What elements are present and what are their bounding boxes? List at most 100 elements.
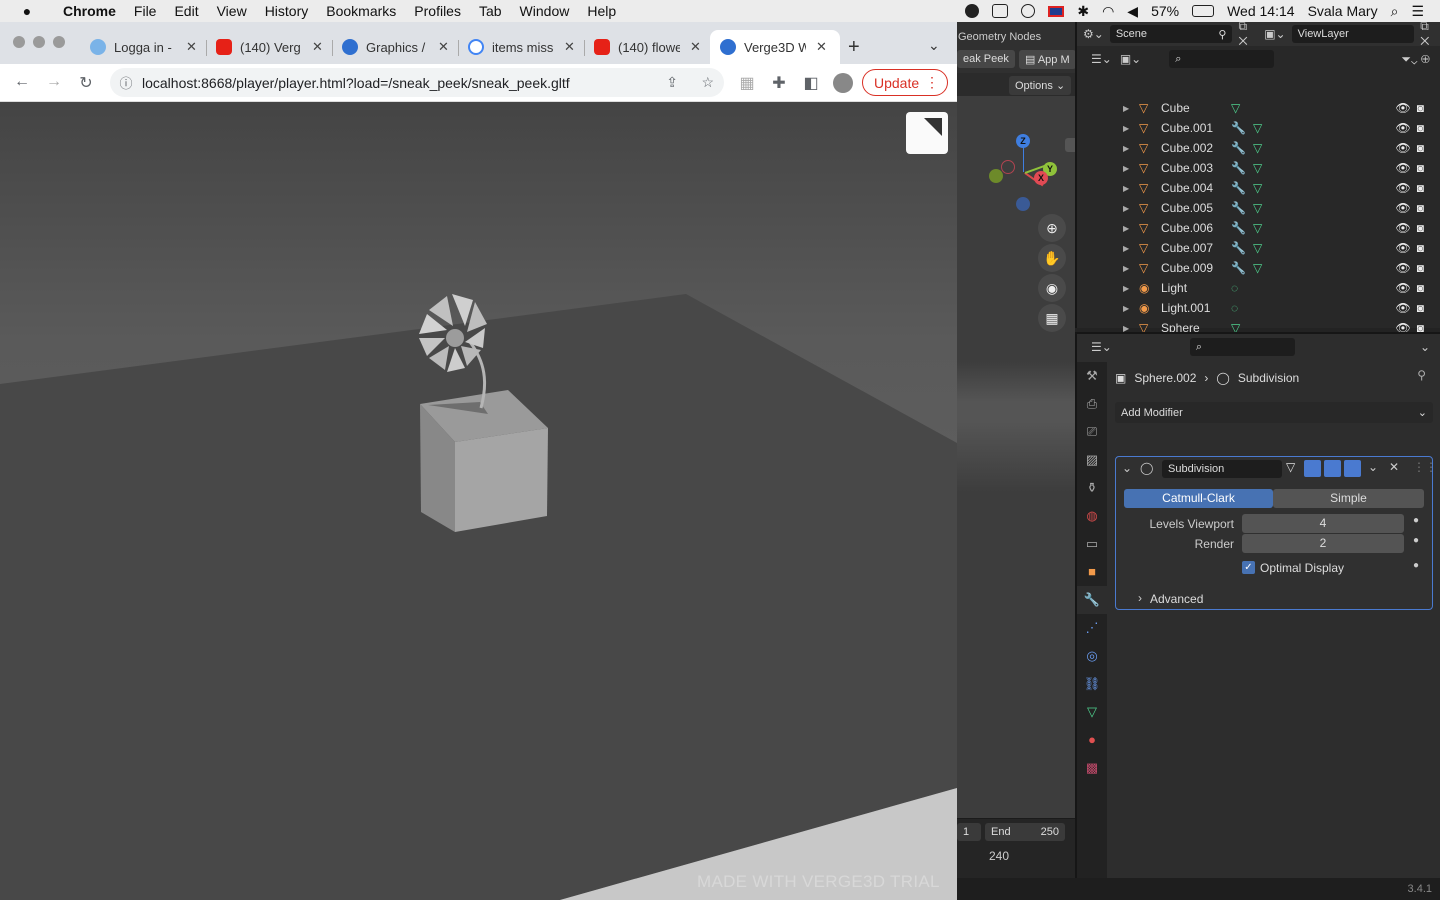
render-camera-icon[interactable]: ◙ [1417,201,1430,215]
options-dropdown[interactable]: Options ⌄ [1009,76,1072,95]
back-arrow-icon[interactable]: ← [12,73,32,91]
more-menu-icon[interactable]: ⋮ [925,74,939,91]
world-tab-icon[interactable]: ◍ [1077,502,1107,530]
modifier-menu-icon[interactable]: ⌄ [1368,460,1378,474]
browser-tab[interactable]: Verge3D W ✕ [710,30,840,64]
edit-mode-toggle-icon[interactable] [1304,460,1321,477]
extension-icon[interactable]: ▦ [737,73,757,93]
physics-tab-icon[interactable]: ◎ [1077,642,1107,670]
mesh-data-icon[interactable]: ▽ [1253,261,1273,275]
close-tab-icon[interactable]: ✕ [690,39,701,55]
breadcrumb-object[interactable]: Sphere.002 [1134,371,1196,385]
eye-icon[interactable]: 👁 [1396,101,1417,115]
view-layer-tab-icon[interactable]: ▨ [1077,446,1107,474]
eye-icon[interactable]: 👁 [1396,301,1417,315]
fullscreen-button[interactable] [906,112,948,154]
keyframe-dot-icon[interactable]: ● [1413,560,1419,571]
browser-tab[interactable]: Graphics / ✕ [332,30,458,64]
expand-arrow-icon[interactable]: ▶ [1123,284,1133,293]
menu-help[interactable]: Help [578,3,625,19]
scene-selector-icon[interactable]: ⚙⌄ [1083,27,1104,41]
expand-arrow-icon[interactable]: ▶ [1123,184,1133,193]
keyframe-dot-icon[interactable]: ● [1413,535,1419,546]
close-tab-icon[interactable]: ✕ [186,39,197,55]
expand-arrow-icon[interactable]: ▶ [1123,304,1133,313]
bookmark-star-icon[interactable]: ☆ [701,74,714,91]
edit-cage-icon[interactable]: ▽ [1286,460,1295,474]
mesh-data-tab-icon[interactable]: ▽ [1077,698,1107,726]
drag-handle-icon[interactable]: ⋮⋮ [1413,460,1437,474]
modifier-icon[interactable]: 🔧 [1231,261,1253,275]
viewlayer-selector[interactable]: ViewLayer [1291,25,1415,43]
outliner-row[interactable]: ▶ ▽ Cube.005 🔧 ▽ 👁◙ [1077,198,1440,218]
render-camera-icon[interactable]: ◙ [1417,141,1430,155]
clock[interactable]: Wed 14:14 [1227,3,1294,19]
modifier-icon[interactable]: 🔧 [1231,141,1253,155]
light-data-icon[interactable]: ◌ [1231,281,1251,295]
props-options-icon[interactable]: ⌄ [1420,340,1430,354]
display-mode-icon[interactable]: ▣⌄ [1120,52,1141,66]
close-tab-icon[interactable]: ✕ [564,39,575,55]
browser-tab[interactable]: items miss ✕ [458,30,584,64]
menu-chrome[interactable]: Chrome [54,3,125,19]
viewport-display-toggle-icon[interactable] [1324,460,1341,477]
blender-3d-viewport[interactable]: Geometry Nodes eak Peek ▤ App M Options … [957,22,1076,818]
gizmo-neg-x-axis[interactable] [1001,160,1015,174]
tab-search-chevron-icon[interactable]: ⌄ [928,37,940,54]
props-editor-type-icon[interactable]: ☰⌄ [1091,340,1112,354]
eye-icon[interactable]: 👁 [1396,141,1417,155]
workspace-tab-app[interactable]: ▤ App M [1019,50,1076,69]
render-camera-icon[interactable]: ◙ [1417,161,1430,175]
close-tab-icon[interactable]: ✕ [816,39,827,55]
collapse-chevron-icon[interactable]: ⌄ [1122,461,1132,475]
gizmo-z-axis[interactable]: Z [1016,134,1030,148]
object-tab-icon[interactable]: ■ [1077,558,1107,586]
render-camera-icon[interactable]: ◙ [1417,241,1430,255]
render-camera-icon[interactable]: ◙ [1417,181,1430,195]
expand-arrow-icon[interactable]: ▶ [1123,224,1133,233]
browser-tab[interactable]: (140) flowe ✕ [584,30,710,64]
time-machine-icon[interactable] [1021,4,1036,18]
app-status-icon[interactable] [965,4,980,18]
pan-hand-icon[interactable]: ✋ [1038,244,1066,272]
render-camera-icon[interactable]: ◙ [1417,301,1430,315]
remove-modifier-icon[interactable]: ✕ [1389,460,1399,474]
menu-window[interactable]: Window [511,3,579,19]
menu-view[interactable]: View [208,3,256,19]
eye-icon[interactable]: 👁 [1396,281,1417,295]
new-scene-icon[interactable]: ⧉ ✕ [1238,22,1258,49]
outliner-row[interactable]: ▶ ◉ Light.001 ◌ 👁◙ [1077,298,1440,318]
profile-avatar[interactable] [833,73,853,93]
expand-arrow-icon[interactable]: ▶ [1123,104,1133,113]
zoom-window-button[interactable] [53,36,65,48]
minimize-window-button[interactable] [33,36,45,48]
properties-search-input[interactable]: ⌕ [1189,338,1295,356]
render-levels-field[interactable]: 2 [1242,534,1404,553]
share-icon[interactable]: ⇪ [666,74,678,91]
apple-menu-icon[interactable]: ● [0,3,54,19]
browser-tab[interactable]: Logga in - ✕ [80,30,206,64]
optimal-display-checkbox[interactable]: ✓ [1242,561,1255,574]
simple-button[interactable]: Simple [1273,489,1424,508]
expand-arrow-icon[interactable]: ▶ [1123,244,1133,253]
menu-history[interactable]: History [256,3,318,19]
outliner-row[interactable]: ▶ ▽ Cube.001 🔧 ▽ 👁◙ [1077,118,1440,138]
menu-bookmarks[interactable]: Bookmarks [317,3,405,19]
mesh-data-icon[interactable]: ▽ [1231,101,1251,115]
eye-icon[interactable]: 👁 [1396,221,1417,235]
battery-icon[interactable] [1192,5,1215,17]
eye-icon[interactable]: 👁 [1396,201,1417,215]
eye-icon[interactable]: 👁 [1396,261,1417,275]
expand-arrow-icon[interactable]: ▶ [1123,144,1133,153]
modifier-tab-icon[interactable]: 🔧 [1077,586,1107,614]
user-name[interactable]: Svala Mary [1308,3,1378,19]
render-camera-icon[interactable]: ◙ [1417,261,1430,275]
modifier-icon[interactable]: 🔧 [1231,161,1253,175]
keyframe-dot-icon[interactable]: ● [1413,515,1419,526]
viewlayer-icon[interactable]: ▣⌄ [1264,27,1285,41]
side-panel-icon[interactable]: ◧ [801,73,821,93]
modifier-icon[interactable]: 🔧 [1231,201,1253,215]
constraints-tab-icon[interactable]: ⛓ [1077,670,1107,698]
mesh-data-icon[interactable]: ▽ [1253,241,1273,255]
tool-tab-icon[interactable]: ⚒ [1077,362,1107,390]
